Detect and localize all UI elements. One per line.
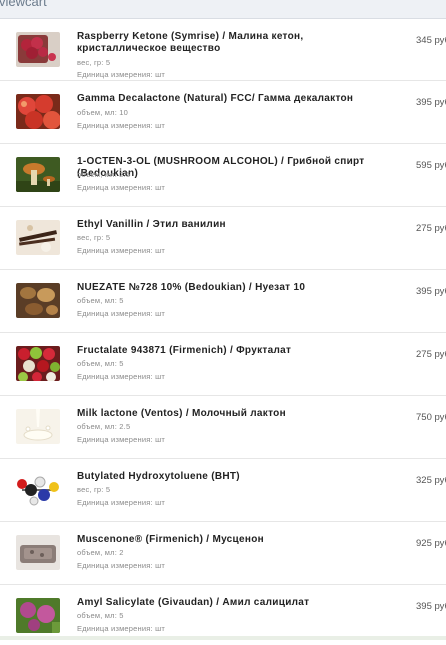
item-unit: Единица измерения: шт: [77, 309, 165, 318]
item-title[interactable]: Gamma Decalactone (Natural) FCC/ Гамма д…: [77, 93, 377, 105]
item-unit: Единица измерения: шт: [77, 183, 165, 192]
item-price: 275 руб: [416, 223, 446, 234]
clover-thumb-icon[interactable]: [16, 598, 60, 633]
cart-item[interactable]: Gamma Decalactone (Natural) FCC/ Гамма д…: [0, 81, 446, 144]
item-unit: Единица измерения: шт: [77, 498, 165, 507]
item-measure: объем, мл: 10: [77, 108, 129, 117]
musk-thumb-icon[interactable]: [16, 535, 60, 570]
item-title[interactable]: NUEZATE №728 10% (Bedoukian) / Нуезат 10: [77, 282, 377, 294]
item-measure: вес, гр: 5: [77, 233, 111, 242]
cart-item[interactable]: Milk lactone (Ventos) / Молочный лактон …: [0, 396, 446, 459]
bottom-bar: [0, 636, 446, 640]
cart-item[interactable]: Butylated Hydroxytoluene (BHT) вес, гр: …: [0, 459, 446, 522]
item-price: 395 руб: [416, 601, 446, 612]
item-title[interactable]: Milk lactone (Ventos) / Молочный лактон: [77, 408, 377, 420]
nuts-thumb-icon[interactable]: [16, 283, 60, 318]
raspberry-thumb-icon[interactable]: [16, 32, 60, 67]
item-price: 325 руб: [416, 475, 446, 486]
cart-item[interactable]: Fructalate 943871 (Firmenich) / Фруктала…: [0, 333, 446, 396]
item-unit: Единица измерения: шт: [77, 70, 165, 79]
mushroom-thumb-icon[interactable]: [16, 157, 60, 192]
item-measure: объем, мл: 2.5: [77, 170, 131, 179]
item-title[interactable]: Amyl Salicylate (Givaudan) / Амил салици…: [77, 597, 377, 609]
item-title[interactable]: Butylated Hydroxytoluene (BHT): [77, 471, 377, 483]
item-price: 395 руб: [416, 286, 446, 297]
item-measure: объем, мл: 5: [77, 359, 124, 368]
item-unit: Единица измерения: шт: [77, 561, 165, 570]
item-price: 275 руб: [416, 349, 446, 360]
item-title[interactable]: Raspberry Ketone (Symrise) / Малина кето…: [77, 31, 377, 55]
item-measure: вес, гр: 5: [77, 485, 111, 494]
item-price: 595 руб: [416, 160, 446, 171]
item-price: 925 руб: [416, 538, 446, 549]
item-unit: Единица измерения: шт: [77, 372, 165, 381]
peach-thumb-icon[interactable]: [16, 94, 60, 129]
item-unit: Единица измерения: шт: [77, 246, 165, 255]
item-unit: Единица измерения: шт: [77, 435, 165, 444]
fruit-thumb-icon[interactable]: [16, 346, 60, 381]
breadcrumb[interactable]: viewcart: [0, 0, 47, 9]
item-title[interactable]: Muscenone® (Firmenich) / Мусценон: [77, 534, 377, 546]
cart-item[interactable]: Muscenone® (Firmenich) / Мусценон объем,…: [0, 522, 446, 585]
item-title[interactable]: Ethyl Vanillin / Этил ванилин: [77, 219, 377, 231]
item-measure: объем, мл: 5: [77, 611, 124, 620]
cart-item[interactable]: 1-OCTEN-3-OL (MUSHROOM ALCOHOL) / Грибно…: [0, 144, 446, 207]
vanilla-thumb-icon[interactable]: [16, 220, 60, 255]
cart-item[interactable]: Ethyl Vanillin / Этил ванилин вес, гр: 5…: [0, 207, 446, 270]
item-measure: объем, мл: 5: [77, 296, 124, 305]
milk-thumb-icon[interactable]: [16, 409, 60, 444]
cart-item[interactable]: Raspberry Ketone (Symrise) / Малина кето…: [0, 19, 446, 81]
item-price: 750 руб: [416, 412, 446, 423]
molecule-thumb-icon[interactable]: [16, 472, 60, 507]
item-measure: вес, гр: 5: [77, 58, 111, 67]
item-price: 345 руб: [416, 35, 446, 46]
top-bar: viewcart: [0, 0, 446, 19]
cart-item[interactable]: NUEZATE №728 10% (Bedoukian) / Нуезат 10…: [0, 270, 446, 333]
item-title[interactable]: Fructalate 943871 (Firmenich) / Фруктала…: [77, 345, 377, 357]
cart-item-list: Raspberry Ketone (Symrise) / Малина кето…: [0, 19, 446, 645]
item-measure: объем, мл: 2: [77, 548, 124, 557]
item-unit: Единица измерения: шт: [77, 624, 165, 633]
item-measure: объем, мл: 2.5: [77, 422, 131, 431]
item-unit: Единица измерения: шт: [77, 121, 165, 130]
item-price: 395 руб: [416, 97, 446, 108]
